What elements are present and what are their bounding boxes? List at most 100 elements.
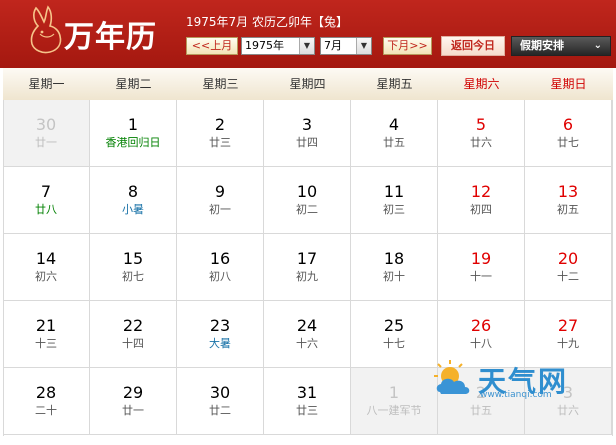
calendar-day-cell[interactable]: 2 廿三 xyxy=(177,100,264,167)
calendar-day-cell[interactable]: 15 初七 xyxy=(90,234,177,301)
lunar-date-label: 廿二 xyxy=(209,404,231,417)
calendar-day-cell[interactable]: 22 十四 xyxy=(90,301,177,368)
day-number: 18 xyxy=(383,249,405,268)
lunar-date-label: 廿三 xyxy=(296,404,318,417)
lunar-date-label: 初七 xyxy=(122,270,144,283)
year-select[interactable]: 1975年 ▼ xyxy=(241,37,315,55)
day-number: 17 xyxy=(296,249,318,268)
calendar-day-cell[interactable]: 9 初一 xyxy=(177,167,264,234)
back-to-today-button[interactable]: 返回今日 xyxy=(441,36,505,56)
weekday-label: 星期一 xyxy=(28,77,65,91)
calendar-day-cell[interactable]: 14 初六 xyxy=(3,234,90,301)
lunar-date-label: 初八 xyxy=(209,270,231,283)
day-number: 21 xyxy=(35,316,57,335)
calendar-day-cell[interactable]: 5 廿六 xyxy=(438,100,525,167)
calendar-day-cell[interactable]: 17 初九 xyxy=(264,234,351,301)
day-number: 8 xyxy=(127,182,139,201)
calendar-day-cell[interactable]: 13 初五 xyxy=(525,167,612,234)
calendar-day-cell[interactable]: 8 小暑 xyxy=(90,167,177,234)
month-select[interactable]: 7月 ▼ xyxy=(320,37,372,55)
lunar-date-label: 廿七 xyxy=(557,136,579,149)
day-number: 1 xyxy=(388,383,400,402)
day-number: 1 xyxy=(127,115,139,134)
lunar-date-label: 十六 xyxy=(296,337,318,350)
calendar-day-cell[interactable]: 28 二十 xyxy=(3,368,90,435)
calendar-day-cell[interactable]: 1 八一建军节 xyxy=(351,368,438,435)
day-number: 30 xyxy=(209,383,231,402)
day-number: 23 xyxy=(209,316,231,335)
calendar-header: 万年历 1975年7月 农历乙卯年【兔】 <<上月 1975年 ▼ 7月 ▼ 下… xyxy=(0,0,616,68)
day-number: 13 xyxy=(557,182,579,201)
calendar-day-cell[interactable]: 19 十一 xyxy=(438,234,525,301)
lunar-date-label: 廿五 xyxy=(383,136,405,149)
lunar-date-label: 廿六 xyxy=(557,404,579,417)
day-number: 20 xyxy=(557,249,579,268)
day-number: 10 xyxy=(296,182,318,201)
calendar-day-cell[interactable]: 10 初二 xyxy=(264,167,351,234)
day-number: 2 xyxy=(214,115,226,134)
day-number: 15 xyxy=(122,249,144,268)
holiday-schedule-label: 假期安排 xyxy=(520,39,564,52)
calendar-day-cell[interactable]: 6 廿七 xyxy=(525,100,612,167)
lunar-date-label: 初十 xyxy=(383,270,405,283)
day-number: 4 xyxy=(388,115,400,134)
day-number: 24 xyxy=(296,316,318,335)
lunar-date-label: 廿六 xyxy=(470,136,492,149)
calendar-day-cell[interactable]: 21 十三 xyxy=(3,301,90,368)
calendar-day-cell[interactable]: 20 十二 xyxy=(525,234,612,301)
lunar-date-label: 香港回归日 xyxy=(105,136,161,149)
calendar-day-cell[interactable]: 1 香港回归日 xyxy=(90,100,177,167)
weekday-label: 星期六 xyxy=(463,77,500,91)
lunar-date-label: 廿一 xyxy=(122,404,144,417)
calendar-day-cell[interactable]: 24 十六 xyxy=(264,301,351,368)
holiday-schedule-button[interactable]: 假期安排 ⌄ xyxy=(511,36,611,56)
day-number: 16 xyxy=(209,249,231,268)
calendar-day-cell[interactable]: 23 大暑 xyxy=(177,301,264,368)
calendar-day-cell[interactable]: 4 廿五 xyxy=(351,100,438,167)
prev-month-button[interactable]: <<上月 xyxy=(186,37,238,55)
lunar-date-label: 初一 xyxy=(209,203,231,216)
day-number: 26 xyxy=(470,316,492,335)
chevron-down-icon: ▼ xyxy=(356,38,371,54)
calendar-day-cell[interactable]: 11 初三 xyxy=(351,167,438,234)
next-month-button[interactable]: 下月>> xyxy=(383,37,432,55)
lunar-date-label: 十三 xyxy=(35,337,57,350)
day-number: 19 xyxy=(470,249,492,268)
day-number: 11 xyxy=(383,182,405,201)
day-number: 9 xyxy=(214,182,226,201)
calendar-day-cell[interactable]: 18 初十 xyxy=(351,234,438,301)
calendar-day-cell[interactable]: 12 初四 xyxy=(438,167,525,234)
day-number: 14 xyxy=(35,249,57,268)
calendar-day-cell[interactable]: 7 廿八 xyxy=(3,167,90,234)
sun-cloud-logo-icon xyxy=(434,360,470,394)
day-number: 31 xyxy=(296,383,318,402)
lunar-date-label: 初四 xyxy=(470,203,492,216)
day-number: 12 xyxy=(470,182,492,201)
calendar-day-cell[interactable]: 30 廿一 xyxy=(3,100,90,167)
day-number: 3 xyxy=(301,115,313,134)
lunar-date-label: 八一建军节 xyxy=(366,404,422,417)
day-number: 6 xyxy=(562,115,574,134)
lunar-date-label: 小暑 xyxy=(122,203,144,216)
footer-strip xyxy=(0,436,616,445)
app-title: 万年历 xyxy=(64,20,157,55)
calendar-day-cell[interactable]: 25 十七 xyxy=(351,301,438,368)
lunar-year-info: 1975年7月 农历乙卯年【兔】 xyxy=(186,15,348,29)
lunar-date-label: 初三 xyxy=(383,203,405,216)
day-number: 7 xyxy=(40,182,52,201)
calendar-day-cell[interactable]: 31 廿三 xyxy=(264,368,351,435)
weekday-label: 星期二 xyxy=(115,77,152,91)
day-number: 29 xyxy=(122,383,144,402)
weekday-label: 星期日 xyxy=(550,77,587,91)
lunar-date-label: 大暑 xyxy=(209,337,231,350)
weekday-header-row: 星期一 星期二 星期三 星期四 星期五 星期六 星期日 xyxy=(3,68,613,101)
year-select-value: 1975年 xyxy=(245,39,284,52)
calendar-day-cell[interactable]: 16 初八 xyxy=(177,234,264,301)
lunar-date-label: 廿四 xyxy=(296,136,318,149)
chevron-down-icon: ▼ xyxy=(299,38,314,54)
lunar-date-label: 初五 xyxy=(557,203,579,216)
calendar-day-cell[interactable]: 29 廿一 xyxy=(90,368,177,435)
month-select-value: 7月 xyxy=(324,39,342,52)
calendar-day-cell[interactable]: 3 廿四 xyxy=(264,100,351,167)
calendar-day-cell[interactable]: 30 廿二 xyxy=(177,368,264,435)
